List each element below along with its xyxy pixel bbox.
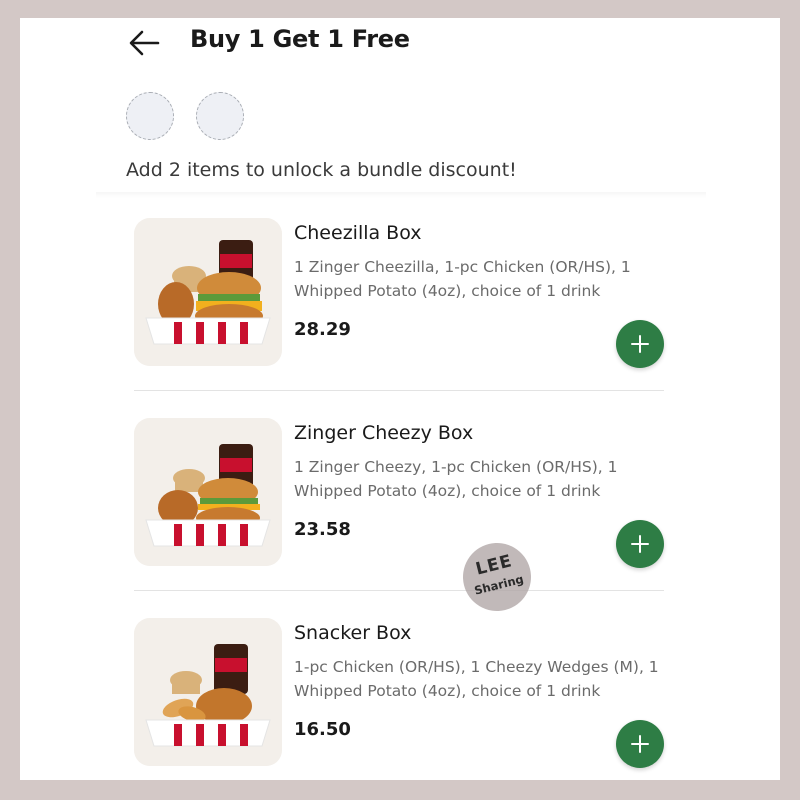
zinger-cheezy-box-photo — [134, 418, 282, 566]
item-description: 1 Zinger Cheezy, 1-pc Chicken (OR/HS), 1… — [294, 458, 618, 500]
arrow-left-icon — [129, 30, 160, 56]
page-title: Buy 1 Get 1 Free — [190, 25, 410, 53]
add-button[interactable] — [616, 720, 664, 768]
bundle-slot-1 — [126, 92, 174, 140]
menu-item[interactable]: Snacker Box 1-pc Chicken (OR/HS), 1 Chee… — [20, 618, 780, 780]
item-price: 23.58 — [294, 519, 351, 540]
item-price: 28.29 — [294, 319, 351, 340]
cheezilla-box-photo — [134, 218, 282, 366]
menu-item[interactable]: Zinger Cheezy Box 1 Zinger Cheezy, 1-pc … — [20, 418, 780, 618]
item-description: 1-pc Chicken (OR/HS), 1 Cheezy Wedges (M… — [294, 658, 659, 700]
plus-icon — [631, 535, 649, 553]
plus-icon — [631, 335, 649, 353]
item-name: Zinger Cheezy Box — [294, 422, 474, 444]
item-description: 1 Zinger Cheezilla, 1-pc Chicken (OR/HS)… — [294, 258, 631, 300]
item-price: 16.50 — [294, 719, 351, 740]
bundle-hint: Add 2 items to unlock a bundle discount! — [126, 159, 517, 181]
plus-icon — [631, 735, 649, 753]
hint-divider — [96, 192, 706, 198]
snacker-box-photo — [134, 618, 282, 766]
add-button[interactable] — [616, 320, 664, 368]
header: Buy 1 Get 1 Free — [20, 18, 780, 68]
app-screen: Buy 1 Get 1 Free Add 2 items to unlock a… — [20, 18, 780, 780]
row-divider — [134, 590, 664, 591]
item-name: Cheezilla Box — [294, 222, 422, 244]
row-divider — [134, 390, 664, 391]
bundle-slot-2 — [196, 92, 244, 140]
menu-item[interactable]: Cheezilla Box 1 Zinger Cheezilla, 1-pc C… — [20, 218, 780, 418]
back-button[interactable] — [124, 26, 164, 60]
add-button[interactable] — [616, 520, 664, 568]
item-name: Snacker Box — [294, 622, 412, 644]
